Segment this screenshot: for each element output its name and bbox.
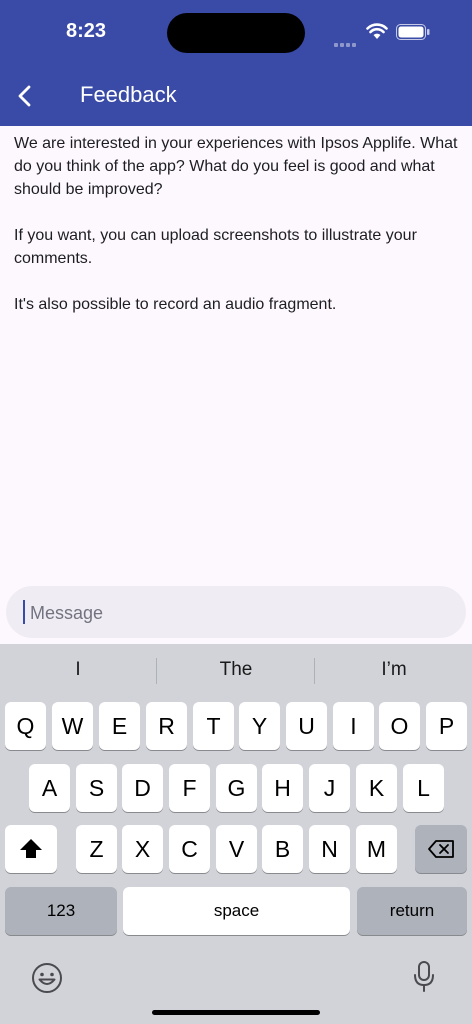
back-chevron-icon[interactable] xyxy=(14,82,38,110)
microphone-icon[interactable] xyxy=(412,960,436,994)
intro-paragraph: We are interested in your experiences wi… xyxy=(14,135,458,198)
key-i[interactable]: I xyxy=(333,702,374,750)
key-y[interactable]: Y xyxy=(239,702,280,750)
text-cursor xyxy=(23,600,25,624)
key-c[interactable]: C xyxy=(169,825,210,873)
key-p[interactable]: P xyxy=(426,702,467,750)
backspace-icon xyxy=(428,840,454,858)
cellular-signal-icon xyxy=(334,34,358,47)
key-z[interactable]: Z xyxy=(76,825,117,873)
key-g[interactable]: G xyxy=(216,764,257,812)
feedback-intro: We are interested in your experiences wi… xyxy=(14,132,464,339)
key-x[interactable]: X xyxy=(122,825,163,873)
backspace-key[interactable] xyxy=(415,825,467,873)
suggestion-1[interactable]: I xyxy=(0,659,156,681)
key-s[interactable]: S xyxy=(76,764,117,812)
key-u[interactable]: U xyxy=(286,702,327,750)
key-v[interactable]: V xyxy=(216,825,257,873)
key-k[interactable]: K xyxy=(356,764,397,812)
key-d[interactable]: D xyxy=(122,764,163,812)
page-title: Feedback xyxy=(80,82,177,107)
key-t[interactable]: T xyxy=(193,702,234,750)
keyboard: I The I’m Q W E R T Y U I O P A S D F G … xyxy=(0,644,472,1024)
key-r[interactable]: R xyxy=(146,702,187,750)
audio-paragraph: It's also possible to record an audio fr… xyxy=(14,296,337,313)
wifi-icon xyxy=(366,23,388,39)
status-time: 8:23 xyxy=(66,20,107,42)
key-n[interactable]: N xyxy=(309,825,350,873)
key-b[interactable]: B xyxy=(262,825,303,873)
shift-key[interactable] xyxy=(5,825,57,873)
emoji-icon[interactable] xyxy=(31,962,63,994)
battery-icon xyxy=(396,24,430,40)
suggestion-2[interactable]: The xyxy=(158,659,314,681)
numbers-key[interactable]: 123 xyxy=(5,887,117,935)
key-m[interactable]: M xyxy=(356,825,397,873)
suggestion-divider xyxy=(156,658,157,684)
key-l[interactable]: L xyxy=(403,764,444,812)
message-placeholder: Message xyxy=(30,603,104,623)
key-j[interactable]: J xyxy=(309,764,350,812)
suggestion-divider xyxy=(314,658,315,684)
app-header: 8:23 Feedback xyxy=(0,0,472,126)
space-key[interactable]: space xyxy=(123,887,350,935)
key-e[interactable]: E xyxy=(99,702,140,750)
message-input[interactable]: Message xyxy=(6,586,466,638)
shift-icon xyxy=(20,839,42,858)
return-key[interactable]: return xyxy=(357,887,467,935)
key-a[interactable]: A xyxy=(29,764,70,812)
key-f[interactable]: F xyxy=(169,764,210,812)
screenshots-paragraph: If you want, you can upload screenshots … xyxy=(14,227,417,267)
home-indicator xyxy=(152,1010,320,1015)
key-q[interactable]: Q xyxy=(5,702,46,750)
key-h[interactable]: H xyxy=(262,764,303,812)
suggestion-3[interactable]: I’m xyxy=(316,659,472,681)
key-w[interactable]: W xyxy=(52,702,93,750)
dynamic-island xyxy=(167,13,305,53)
key-o[interactable]: O xyxy=(379,702,420,750)
